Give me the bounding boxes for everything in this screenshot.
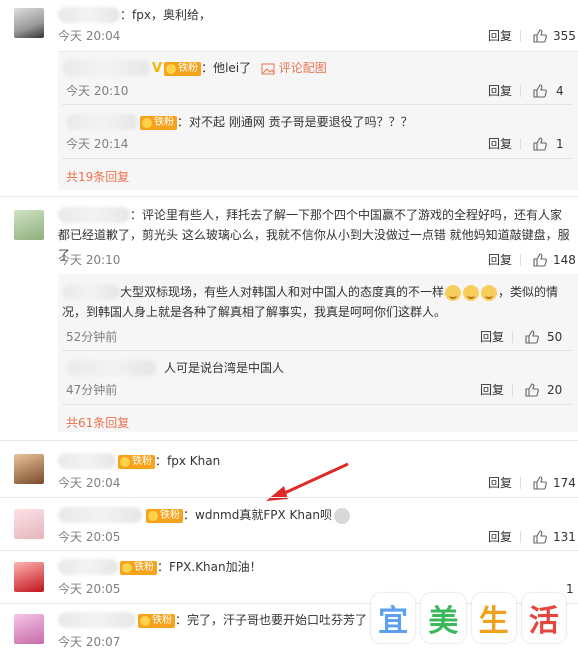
fan-badge: 铁粉 — [164, 61, 202, 76]
divider — [62, 350, 572, 351]
comment-time: 今天 20:05 — [58, 530, 121, 544]
username-blurred[interactable] — [66, 114, 138, 130]
view-more-replies-link[interactable]: 共61条回复 — [66, 416, 129, 430]
watermark-char: 活 — [521, 593, 566, 643]
reply-text: 人可是说台湾是中国人 — [164, 361, 285, 375]
reply-button[interactable]: 回复 — [488, 476, 512, 490]
like-icon[interactable] — [533, 476, 547, 490]
divider — [520, 85, 521, 97]
comment-time: 今天 20:10 — [58, 253, 121, 267]
divider — [520, 138, 521, 150]
like-icon[interactable] — [533, 253, 547, 267]
emoji-icon — [463, 284, 480, 301]
avatar[interactable] — [14, 562, 44, 592]
comment-time: 今天 20:07 — [58, 635, 121, 649]
like-icon[interactable] — [525, 383, 539, 397]
reply-text: V 铁粉 ：他lei了 评论配图 — [152, 60, 327, 76]
watermark-logo: 宜 美 生 活 — [371, 590, 566, 646]
reply-text: 大型双标现场，有些人对韩国人和对中国人的态度真的不一样 ，类似的情况，到韩国人身上… — [62, 284, 559, 319]
like-count: 355 — [553, 29, 576, 43]
comment-text: 铁粉 ：完了，汗子哥也要开始口吐芬芳了 — [138, 612, 367, 628]
divider — [512, 331, 513, 343]
comment-text: 铁粉 ：wdnmd真就FPX Khan呗 — [146, 507, 350, 524]
reply-time: 今天 20:10 — [66, 84, 129, 98]
like-count: 4 — [556, 84, 564, 98]
fan-badge: 铁粉 — [138, 613, 175, 628]
divider — [520, 254, 521, 266]
avatar[interactable] — [14, 210, 44, 240]
avatar[interactable] — [14, 8, 44, 38]
like-icon[interactable] — [533, 84, 547, 98]
like-icon[interactable] — [533, 137, 547, 151]
avatar[interactable] — [14, 614, 44, 644]
username-blurred[interactable] — [66, 360, 156, 376]
like-icon[interactable] — [525, 330, 539, 344]
comment-time: 今天 20:05 — [58, 582, 121, 596]
fan-badge: 铁粉 — [140, 115, 177, 130]
watermark-char: 生 — [471, 593, 516, 643]
reply-button[interactable]: 回复 — [488, 137, 512, 151]
like-count: 1 — [556, 137, 564, 151]
fan-badge: 铁粉 — [120, 560, 157, 575]
reply-text: 铁粉 ：对不起 刚通网 贡子哥是要退役了吗？？？ — [140, 114, 413, 130]
like-count: 148 — [553, 253, 576, 267]
divider — [0, 497, 578, 498]
reply-time: 47分钟前 — [66, 383, 118, 397]
reply-button[interactable]: 回复 — [480, 330, 504, 344]
watermark-char: 美 — [421, 593, 466, 643]
view-more-replies-link[interactable]: 共19条回复 — [66, 170, 129, 184]
emoji-icon — [445, 284, 462, 301]
like-count: 174 — [553, 476, 576, 490]
divider — [62, 104, 572, 105]
avatar[interactable] — [14, 509, 44, 539]
username-blurred[interactable] — [58, 559, 118, 575]
divider — [512, 384, 513, 396]
image-icon — [261, 63, 275, 74]
username-blurred[interactable] — [58, 7, 120, 23]
divider — [520, 30, 521, 42]
divider — [62, 158, 572, 159]
like-icon[interactable] — [533, 530, 547, 544]
comment-time: 今天 20:04 — [58, 29, 121, 43]
watermark-char: 宜 — [371, 593, 416, 643]
fan-badge: 铁粉 — [118, 454, 155, 469]
reply-button[interactable]: 回复 — [488, 29, 512, 43]
username-blurred[interactable] — [58, 453, 116, 469]
comment-text: 铁粉 ：FPX.Khan加油！ — [120, 559, 262, 575]
reply-time: 52分钟前 — [66, 330, 118, 344]
reply-button[interactable]: 回复 — [488, 253, 512, 267]
fan-badge: 铁粉 — [146, 508, 183, 523]
divider — [0, 196, 578, 197]
divider — [0, 550, 578, 551]
username-blurred[interactable] — [62, 60, 150, 76]
like-count: 131 — [553, 530, 576, 544]
reply-button[interactable]: 回复 — [480, 383, 504, 397]
emoji-icon — [481, 284, 498, 301]
username-blurred[interactable] — [58, 612, 136, 628]
emoji-icon — [333, 507, 350, 524]
divider — [520, 531, 521, 543]
reply-time: 今天 20:14 — [66, 137, 129, 151]
divider — [520, 477, 521, 489]
like-icon[interactable] — [533, 29, 547, 43]
comment-text: 铁粉 ：fpx Khan — [118, 453, 220, 469]
reply-button[interactable]: 回复 — [488, 84, 512, 98]
like-count: 50 — [547, 330, 563, 344]
like-count: 20 — [547, 383, 563, 397]
avatar[interactable] — [14, 454, 44, 484]
comment-text: ：fpx，奥利给， — [120, 8, 211, 22]
comment-time: 今天 20:04 — [58, 476, 121, 490]
divider — [62, 404, 572, 405]
divider — [0, 440, 578, 441]
vip-icon: V — [152, 60, 163, 76]
like-count: 1 — [566, 582, 574, 596]
comment-image-link[interactable]: 评论配图 — [279, 61, 327, 75]
username-blurred[interactable] — [58, 507, 142, 523]
reply-button[interactable]: 回复 — [488, 530, 512, 544]
